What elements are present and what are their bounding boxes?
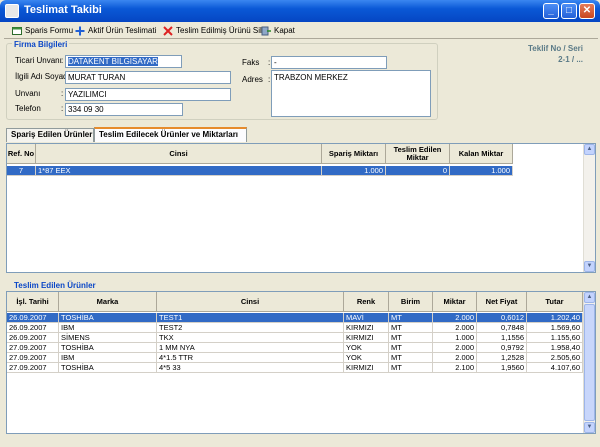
table-row[interactable]: 27.09.2007 TOSHİBA 4*5 33 KIRMIZI MT 2.1… [7, 363, 583, 373]
ticari-unvan-label: Ticari Unvanı [15, 56, 62, 65]
ilgili-adi-input[interactable]: MURAT TURAN [65, 71, 231, 84]
table-row[interactable]: 26.09.2007 TOSHİBA TEST1 MAVİ MT 2.000 0… [7, 313, 583, 323]
ticari-unvan-input[interactable]: DATAKENT BILGISAYAR [65, 55, 182, 68]
table-row[interactable]: 26.09.2007 IBM TEST2 KIRMIZI MT 2.000 0,… [7, 323, 583, 333]
colon: : [268, 58, 271, 67]
scroll-thumb[interactable] [584, 304, 595, 421]
teslim-edilen-urunler-title: Teslim Edilen Ürünler [14, 281, 96, 290]
delete-x-icon [163, 25, 173, 36]
minimize-button[interactable]: _ [543, 3, 559, 19]
kapat-button[interactable]: Kapat [261, 23, 295, 38]
faks-input[interactable]: - [271, 56, 387, 69]
unvani-input[interactable]: YAZILIMCI [65, 88, 231, 101]
teslim-edilmis-urunu-sil-button[interactable]: Teslim Edilmiş Ürünü Sil [163, 23, 262, 38]
scroll-down-icon[interactable]: ▼ [584, 261, 595, 272]
telefon-input[interactable]: 334 09 30 [65, 103, 183, 116]
title-bar: Teslimat Takibi _ □ ✕ [0, 0, 600, 22]
close-button[interactable]: ✕ [579, 3, 595, 19]
col-header-birim[interactable]: Birim [389, 292, 433, 312]
col-header-miktar[interactable]: Miktar [433, 292, 477, 312]
plus-icon [75, 26, 85, 35]
telefon-label: Telefon [15, 104, 41, 113]
col-header-renk[interactable]: Renk [344, 292, 389, 312]
table-row[interactable]: 26.09.2007 SİMENS TKX KIRMIZI MT 1.000 1… [7, 333, 583, 343]
firma-bilgileri-title: Firma Bilgileri [12, 40, 70, 49]
siparis-formu-button[interactable]: Sparis Formu [12, 23, 73, 38]
faks-label: Faks [242, 58, 260, 67]
scroll-up-icon[interactable]: ▲ [584, 144, 595, 155]
app-icon [5, 4, 19, 18]
tab-siparis-edilen-urunler[interactable]: Spariş Edilen Ürünler [6, 128, 94, 142]
table-row[interactable]: 27.09.2007 IBM 4*1.5 TTR YOK MT 2.000 1,… [7, 353, 583, 363]
upper-vertical-scrollbar[interactable]: ▲ ▼ [583, 144, 595, 272]
tab-teslim-edilecek-urunler[interactable]: Teslim Edilecek Ürünler ve Miktarları [94, 127, 247, 142]
maximize-button[interactable]: □ [561, 3, 577, 19]
unvani-label: Unvanı [15, 89, 41, 98]
colon: : [61, 104, 64, 113]
col-header-marka[interactable]: Marka [59, 292, 157, 312]
adres-label: Adres [242, 75, 263, 84]
col-header-cinsi[interactable]: Cinsi [36, 144, 322, 164]
teklif-no-value: 2-1 / ... [558, 55, 583, 64]
aktif-urun-teslimati-button[interactable]: Aktif Ürün Teslimati [75, 23, 156, 38]
toolbar: Sparis Formu Aktif Ürün Teslimati Teslim… [4, 22, 598, 39]
table-row[interactable]: 7 1*87 EEX 1.000 0 1.000 [7, 166, 513, 176]
col-header-teslim-edilen-miktar[interactable]: Teslim Edilen Miktar [386, 144, 450, 164]
col-header-tutar[interactable]: Tutar [527, 292, 583, 312]
exit-door-icon [261, 26, 271, 35]
colon: : [268, 75, 271, 84]
teslim-edilecek-grid: Ref. No Cinsi Spariş Miktarı Teslim Edil… [6, 143, 596, 273]
teklif-no-label: Teklif No / Seri [528, 44, 583, 53]
col-header-cinsi[interactable]: Cinsi [157, 292, 344, 312]
col-header-kalan-miktar[interactable]: Kalan Miktar [450, 144, 513, 164]
form-icon [12, 26, 22, 35]
colon: : [61, 72, 64, 81]
teslim-edilen-grid: İşl. Tarihi Marka Cinsi Renk Birim Mikta… [6, 291, 596, 434]
adres-textarea[interactable]: TRABZON MERKEZ [271, 70, 431, 117]
colon: : [61, 56, 64, 65]
col-header-siparis-miktari[interactable]: Spariş Miktarı [322, 144, 386, 164]
scroll-down-icon[interactable]: ▼ [584, 422, 595, 433]
col-header-net-fiyat[interactable]: Net Fiyat [477, 292, 527, 312]
col-header-ref-no[interactable]: Ref. No [7, 144, 36, 164]
colon: : [61, 89, 64, 98]
window-title: Teslimat Takibi [24, 4, 102, 16]
table-row[interactable]: 27.09.2007 TOSHİBA 1 MM NYA YOK MT 2.000… [7, 343, 583, 353]
lower-vertical-scrollbar[interactable]: ▲ ▼ [583, 292, 595, 433]
scroll-up-icon[interactable]: ▲ [584, 292, 595, 303]
col-header-isl-tarihi[interactable]: İşl. Tarihi [7, 292, 59, 312]
